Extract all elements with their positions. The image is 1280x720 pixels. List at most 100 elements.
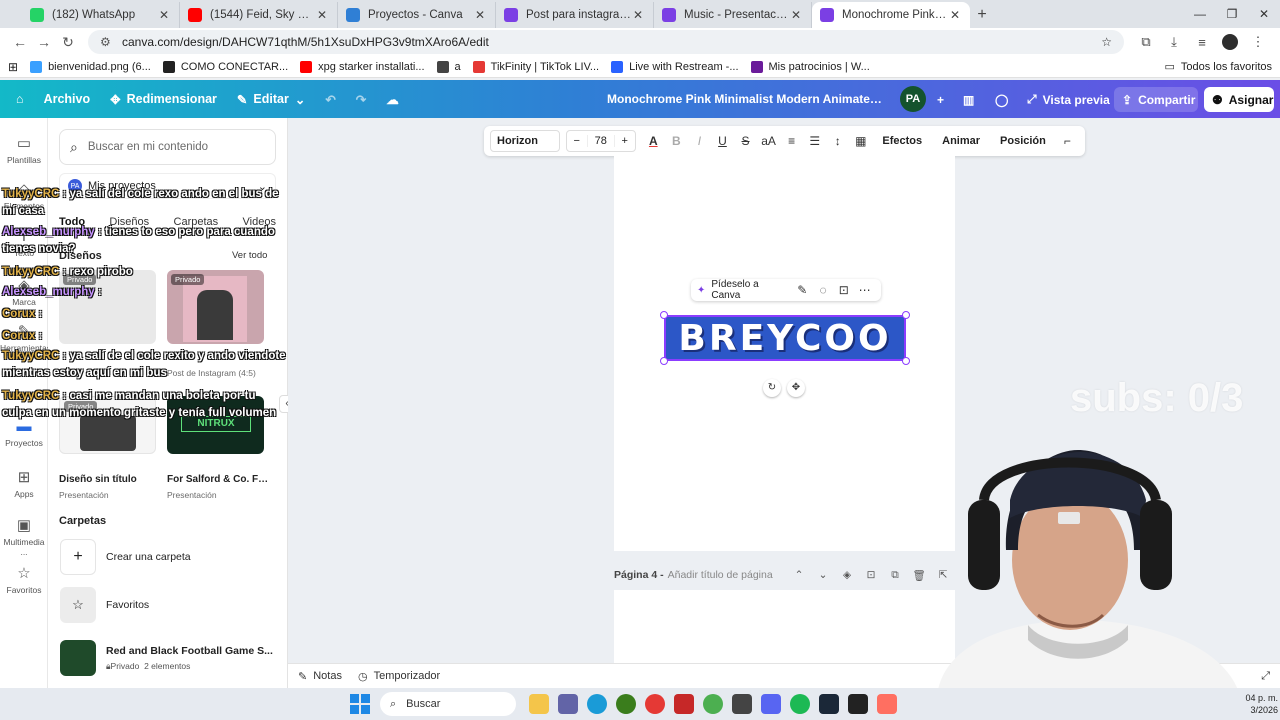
rail-item-multimedia[interactable]: ▣ Multimedia ... bbox=[0, 516, 48, 557]
lock-icon[interactable]: ⊡ bbox=[833, 283, 854, 297]
text-color-icon[interactable]: A bbox=[642, 134, 665, 148]
chevron-down-icon[interactable]: ⌄ bbox=[811, 569, 835, 582]
browser-tab[interactable]: Monochrome Pink Minimalist M✕ bbox=[812, 2, 970, 28]
redo-icon[interactable]: ↷ bbox=[346, 80, 376, 118]
hide-icon[interactable]: ◈ bbox=[835, 569, 859, 582]
spotify-icon[interactable] bbox=[789, 694, 810, 714]
increase-size-button[interactable]: + bbox=[615, 135, 635, 147]
file-explorer-icon[interactable] bbox=[528, 694, 549, 714]
bookmark-item[interactable]: TikFinity | TikTok LIV... bbox=[472, 60, 599, 73]
chevron-up-icon[interactable]: ⌃ bbox=[787, 569, 811, 582]
lock-icon[interactable]: ⊡ bbox=[859, 569, 883, 582]
app-icon[interactable] bbox=[673, 694, 694, 714]
user-avatar[interactable]: PA bbox=[900, 86, 926, 112]
home-icon[interactable]: ⌂ bbox=[0, 80, 34, 118]
selected-text-element[interactable]: BREYCOO bbox=[664, 315, 906, 361]
list-icon[interactable]: ☰ bbox=[803, 134, 826, 148]
url-field[interactable]: ⚙ canva.com/design/DAHCW71qthM/5h1XsuDxH… bbox=[88, 30, 1124, 54]
strikethrough-icon[interactable]: S bbox=[734, 134, 757, 148]
folder-item[interactable]: Red and Black Football Game S... 🔒︎Priva… bbox=[60, 636, 280, 680]
xbox-icon[interactable] bbox=[615, 694, 636, 714]
effects-button[interactable]: Efectos bbox=[872, 135, 932, 147]
font-selector[interactable]: Horizon bbox=[490, 130, 560, 152]
edit-menu[interactable]: ✎ Editar ⌄ bbox=[227, 80, 315, 118]
browser-tab[interactable]: Proyectos - Canva ✕ bbox=[338, 2, 496, 28]
browser-tab[interactable]: (182) WhatsApp ✕ bbox=[22, 2, 180, 28]
windows-start-icon[interactable] bbox=[350, 694, 370, 714]
edge-icon[interactable] bbox=[586, 694, 607, 714]
bookmark-item[interactable]: bienvenidad.png (6... bbox=[30, 60, 151, 73]
browser-tab[interactable]: (1544) Feid, Sky Rompiendo✕ bbox=[180, 2, 338, 28]
transparency-icon[interactable]: ▦ bbox=[849, 134, 872, 148]
epic-games-icon[interactable] bbox=[847, 694, 868, 714]
cloud-save-icon[interactable]: ☁ bbox=[376, 80, 409, 118]
extensions-icon[interactable]: ⧉ bbox=[1132, 34, 1160, 50]
close-tab-icon[interactable]: ✕ bbox=[631, 8, 645, 22]
bookmark-star-icon[interactable]: ☆ bbox=[1101, 35, 1112, 49]
opera-icon[interactable] bbox=[644, 694, 665, 714]
document-title[interactable]: Monochrome Pink Minimalist Modern Animat… bbox=[607, 92, 887, 106]
animate-button[interactable]: Animar bbox=[932, 135, 990, 147]
forward-icon[interactable]: → bbox=[32, 34, 56, 50]
taskbar-search[interactable]: ⌕ Buscar bbox=[380, 692, 516, 716]
minimize-icon[interactable]: — bbox=[1184, 0, 1216, 28]
create-folder-button[interactable]: + Crear una carpeta bbox=[60, 539, 280, 575]
more-options-icon[interactable]: ⋯ bbox=[854, 283, 875, 297]
close-tab-icon[interactable]: ✕ bbox=[315, 8, 329, 22]
font-size-value[interactable]: 78 bbox=[586, 135, 615, 147]
notes-button[interactable]: ✎ Notas bbox=[298, 670, 342, 683]
app-icon[interactable] bbox=[731, 694, 752, 714]
insights-icon[interactable]: ▥ bbox=[955, 87, 982, 112]
discord-icon[interactable] bbox=[760, 694, 781, 714]
maximize-icon[interactable]: ❐ bbox=[1216, 0, 1248, 28]
case-icon[interactable]: aA bbox=[757, 134, 780, 148]
teams-icon[interactable] bbox=[557, 694, 578, 714]
preview-button[interactable]: ⤢ Vista previa bbox=[1019, 87, 1118, 112]
paint-format-icon[interactable]: ⌐ bbox=[1056, 134, 1079, 148]
browser-tab[interactable]: Post para instagram invitacion✕ bbox=[496, 2, 654, 28]
page-title-input[interactable]: Añadir título de página bbox=[668, 569, 773, 581]
close-tab-icon[interactable]: ✕ bbox=[789, 8, 803, 22]
steam-icon[interactable] bbox=[818, 694, 839, 714]
spacing-icon[interactable]: ↕ bbox=[826, 134, 849, 148]
italic-icon[interactable]: I bbox=[688, 134, 711, 148]
menu-icon[interactable]: ⋮ bbox=[1244, 34, 1272, 50]
rail-item-plantillas[interactable]: ▭ Plantillas bbox=[0, 134, 48, 165]
underline-icon[interactable]: U bbox=[711, 134, 734, 148]
fullscreen-icon[interactable]: ⤢ bbox=[1261, 670, 1270, 683]
rotate-icon[interactable]: ↻ bbox=[763, 379, 781, 397]
apps-grid-icon[interactable]: ⊞ bbox=[8, 60, 18, 74]
rail-item-favoritos[interactable]: ☆ Favoritos bbox=[0, 564, 48, 595]
back-icon[interactable]: ← bbox=[8, 34, 32, 50]
comments-icon[interactable]: ◯ bbox=[987, 87, 1016, 112]
site-info-icon[interactable]: ⚙ bbox=[100, 35, 114, 49]
resize-handle[interactable] bbox=[660, 357, 668, 365]
reload-icon[interactable]: ↻ bbox=[56, 34, 80, 51]
browser-tab[interactable]: Music - Presentación ✕ bbox=[654, 2, 812, 28]
bookmark-item[interactable]: COMO CONECTAR... bbox=[162, 60, 288, 73]
position-button[interactable]: Posición bbox=[990, 135, 1056, 147]
comment-add-icon[interactable]: ◌ bbox=[813, 283, 834, 297]
bookmark-item[interactable]: Mis patrocinios | W... bbox=[750, 60, 870, 73]
new-tab-button[interactable]: + bbox=[970, 2, 994, 28]
rail-item-proyectos[interactable]: ▬ Proyectos bbox=[0, 418, 48, 448]
resize-button[interactable]: ✥ Redimensionar bbox=[100, 80, 227, 118]
ask-canva-button[interactable]: Pídeselo a Canva bbox=[711, 279, 786, 301]
resize-handle[interactable] bbox=[902, 311, 910, 319]
bookmark-item[interactable]: xpg starker installati... bbox=[300, 60, 425, 73]
undo-icon[interactable]: ↶ bbox=[315, 80, 345, 118]
chrome-icon[interactable] bbox=[702, 694, 723, 714]
archivo-menu[interactable]: Archivo bbox=[34, 80, 101, 118]
bookmark-item[interactable]: a bbox=[436, 60, 461, 73]
close-window-icon[interactable]: ✕ bbox=[1248, 0, 1280, 28]
magic-edit-icon[interactable]: ✎ bbox=[792, 283, 813, 297]
all-bookmarks[interactable]: ▭ Todos los favoritos bbox=[1164, 60, 1272, 74]
align-icon[interactable]: ≡ bbox=[780, 134, 803, 148]
share-button[interactable]: ⇪ Compartir bbox=[1114, 87, 1198, 112]
bookmark-item[interactable]: Live with Restream -... bbox=[611, 60, 739, 73]
app-icon[interactable] bbox=[876, 694, 897, 714]
resize-handle[interactable] bbox=[902, 357, 910, 365]
move-icon[interactable]: ✥ bbox=[787, 379, 805, 397]
timer-button[interactable]: ◷ Temporizador bbox=[358, 670, 440, 683]
decrease-size-button[interactable]: − bbox=[567, 135, 587, 147]
